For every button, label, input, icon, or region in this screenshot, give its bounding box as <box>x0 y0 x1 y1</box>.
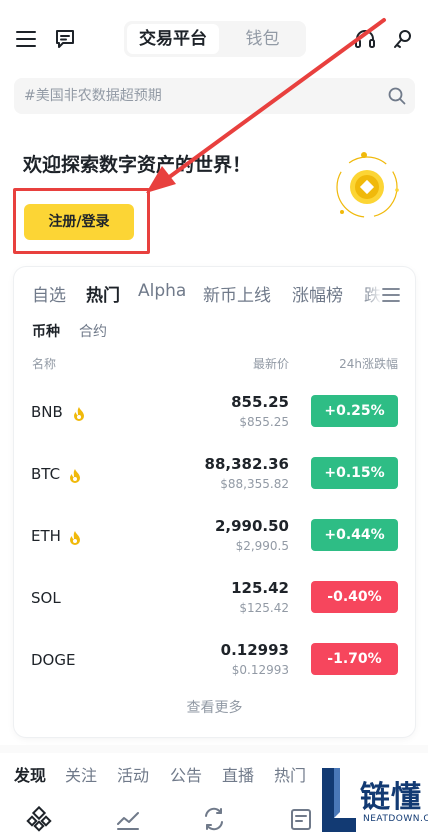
subtab-coins[interactable]: 币种 <box>32 321 60 341</box>
tabs-fade <box>362 279 382 313</box>
change-badge: +0.25% <box>311 395 398 427</box>
flame-icon <box>70 531 80 545</box>
feed-tab-following[interactable]: 关注 <box>65 762 97 786</box>
message-icon[interactable] <box>53 27 77 51</box>
last-price: 2,990.50 <box>214 517 289 535</box>
coin-symbol: ETH <box>31 527 61 545</box>
trade-icon[interactable] <box>201 806 227 832</box>
search-placeholder: #美国非农数据超预期 <box>24 88 162 104</box>
tab-gainers[interactable]: 涨幅榜 <box>292 281 343 306</box>
fiat-price: $0.12993 <box>231 663 289 677</box>
markets-icon[interactable] <box>115 806 141 832</box>
top-bar: 交易平台 钱包 <box>0 0 428 78</box>
feed-tab-announcements[interactable]: 公告 <box>170 762 202 786</box>
last-price: 855.25 <box>231 393 289 411</box>
feed-tab-discover[interactable]: 发现 <box>14 762 46 786</box>
watermark: 链懂 NEATDOWN.COM <box>314 766 428 836</box>
feed-tab-events[interactable]: 活动 <box>117 762 149 786</box>
coin-symbol: BNB <box>31 403 63 421</box>
tab-exchange[interactable]: 交易平台 <box>127 24 219 54</box>
watermark-logo-icon <box>322 768 356 832</box>
platform-switch: 交易平台 钱包 <box>124 21 306 57</box>
coin-symbol: BTC <box>31 465 61 483</box>
assets-icon[interactable] <box>288 806 314 832</box>
tab-favorites[interactable]: 自选 <box>32 281 66 306</box>
change-badge: -1.70% <box>311 643 398 675</box>
tab-hot[interactable]: 热门 <box>86 281 120 306</box>
coin-illustration <box>336 152 399 218</box>
market-row-bnb[interactable]: BNB 855.25 $855.25 +0.25% <box>14 391 415 441</box>
home-icon[interactable] <box>26 806 52 832</box>
flame-icon <box>74 407 84 421</box>
profile-icon[interactable] <box>392 27 416 51</box>
column-name: 名称 <box>32 357 57 371</box>
market-row-doge[interactable]: DOGE 0.12993 $0.12993 -1.70% <box>14 639 415 689</box>
headset-icon[interactable] <box>353 27 377 51</box>
fiat-price: $2,990.5 <box>235 539 289 553</box>
market-row-eth[interactable]: ETH 2,990.50 $2,990.5 +0.44% <box>14 515 415 565</box>
feed-tab-live[interactable]: 直播 <box>222 762 254 786</box>
flame-icon <box>70 469 80 483</box>
tab-wallet[interactable]: 钱包 <box>222 24 303 54</box>
fiat-price: $125.42 <box>239 601 289 615</box>
change-badge: -0.40% <box>311 581 398 613</box>
market-row-btc[interactable]: BTC 88,382.36 $88,355.82 +0.15% <box>14 453 415 503</box>
coin-symbol: SOL <box>31 589 61 607</box>
welcome-title: 欢迎探索数字资产的世界！ <box>23 154 252 176</box>
last-price: 0.12993 <box>220 641 289 659</box>
watermark-cn: 链懂 <box>360 780 422 815</box>
last-price: 88,382.36 <box>204 455 289 473</box>
tab-new-listings[interactable]: 新币上线 <box>203 281 271 306</box>
tab-alpha[interactable]: Alpha <box>138 281 186 301</box>
market-row-sol[interactable]: SOL 125.42 $125.42 -0.40% <box>14 577 415 627</box>
feed-tab-hot[interactable]: 热门 <box>274 762 306 786</box>
search-bar[interactable]: #美国非农数据超预期 <box>14 78 415 114</box>
fiat-price: $855.25 <box>239 415 289 429</box>
register-login-button[interactable]: 注册/登录 <box>24 204 134 240</box>
search-icon[interactable] <box>387 86 407 106</box>
section-divider <box>0 745 428 753</box>
watermark-en: NEATDOWN.COM <box>363 814 428 824</box>
menu-icon[interactable] <box>14 27 38 51</box>
column-change: 24h涨跌幅 <box>339 357 398 371</box>
column-price: 最新价 <box>252 357 289 371</box>
change-badge: +0.44% <box>311 519 398 551</box>
last-price: 125.42 <box>231 579 289 597</box>
fiat-price: $88,355.82 <box>220 477 289 491</box>
change-badge: +0.15% <box>311 457 398 489</box>
more-tabs-icon[interactable] <box>381 285 401 305</box>
market-tabs: 自选 热门 Alpha 新币上线 涨幅榜 跌 <box>14 281 415 311</box>
coin-symbol: DOGE <box>31 651 76 669</box>
market-card: 自选 热门 Alpha 新币上线 涨幅榜 跌 币种 合约 名称 最新价 24h涨… <box>14 267 415 737</box>
view-more-link[interactable]: 查看更多 <box>14 697 415 717</box>
subtab-futures[interactable]: 合约 <box>79 321 107 341</box>
